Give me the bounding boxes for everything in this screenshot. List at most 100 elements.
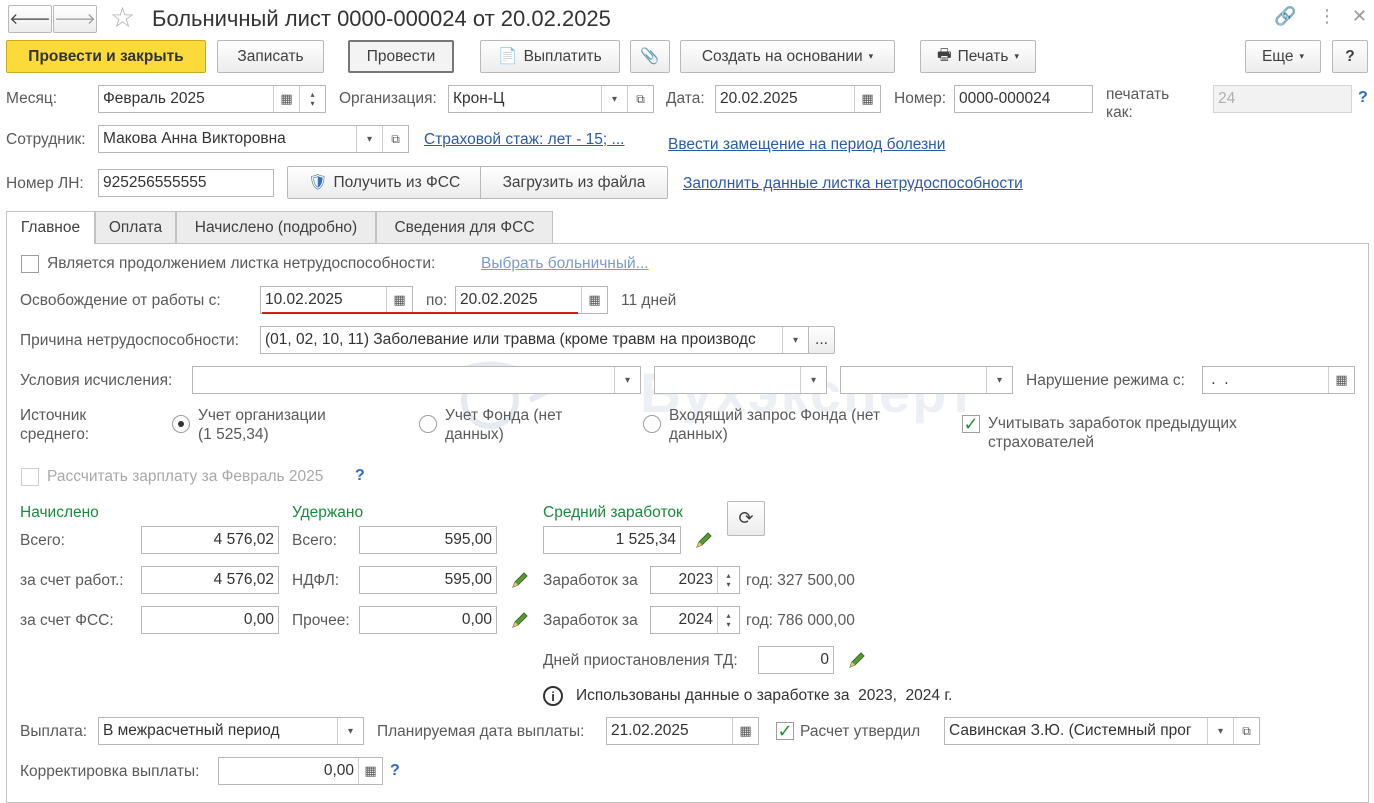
- print-as-label-2: как:: [1106, 104, 1133, 121]
- help-icon[interactable]: ?: [390, 762, 400, 780]
- dropdown-arrow-icon[interactable]: ▾: [601, 86, 627, 112]
- calc-condition-3-field[interactable]: ▾: [840, 366, 1013, 394]
- planned-date-field[interactable]: 21.02.2025 ▦: [606, 717, 759, 745]
- prev-insurers-checkbox[interactable]: ✓: [962, 415, 980, 433]
- calculator-icon[interactable]: ▦: [358, 758, 382, 784]
- help-button[interactable]: ?: [1332, 40, 1368, 73]
- suspension-days-value: 0: [820, 651, 829, 668]
- calc-condition-1-field[interactable]: ▾: [192, 366, 641, 394]
- reason-more-button[interactable]: ...: [808, 326, 835, 354]
- dropdown-arrow-icon[interactable]: ▾: [1207, 718, 1233, 744]
- spin-buttons[interactable]: ▴ ▾: [299, 86, 325, 112]
- open-icon[interactable]: ⧉: [382, 126, 408, 152]
- radio-fund-accounting[interactable]: [419, 415, 437, 433]
- ln-number-field[interactable]: 925256555555: [98, 169, 274, 197]
- attach-button[interactable]: 📎: [630, 40, 670, 73]
- refresh-button[interactable]: ⟳: [727, 501, 765, 536]
- continuation-checkbox[interactable]: [21, 255, 39, 273]
- help-icon[interactable]: ?: [355, 467, 365, 485]
- release-to-field[interactable]: 20.02.2025 ▦: [455, 286, 608, 314]
- average-value-field: 1 525,34: [543, 526, 681, 554]
- more-label: Еще: [1261, 47, 1294, 65]
- tab-main-label: Главное: [20, 219, 81, 236]
- dropdown-arrow-icon[interactable]: ▾: [800, 367, 826, 393]
- withheld-other-field: 0,00: [359, 606, 497, 634]
- dropdown-arrow-icon: ▾: [868, 51, 874, 61]
- dropdown-arrow-icon[interactable]: ▾: [614, 367, 640, 393]
- replacement-link[interactable]: Ввести замещение на период болезни: [668, 136, 945, 154]
- edit-pencil-icon[interactable]: [694, 530, 714, 550]
- suspension-days-label: Дней приостановления ТД:: [543, 652, 738, 669]
- edit-pencil-icon[interactable]: [510, 610, 530, 630]
- create-based-button[interactable]: Создать на основании ▾: [680, 40, 895, 73]
- calendar-icon[interactable]: ▦: [273, 86, 299, 112]
- red-underline: [262, 312, 578, 314]
- dropdown-arrow-icon[interactable]: ▾: [782, 327, 808, 353]
- edit-pencil-icon[interactable]: [510, 570, 530, 590]
- radio-fund-request[interactable]: [643, 415, 661, 433]
- payment-type-field[interactable]: В межрасчетный период ▾: [98, 717, 364, 745]
- accrued-employer-field: 4 576,02: [141, 566, 279, 594]
- suspension-days-field[interactable]: 0: [758, 646, 834, 674]
- withheld-other-value: 0,00: [461, 611, 492, 628]
- radio-fund-request-line2: данных): [669, 426, 728, 443]
- calendar-icon[interactable]: ▦: [581, 287, 607, 313]
- accrued-total-label: Всего:: [20, 532, 65, 549]
- approved-by-field[interactable]: Савинская З.Ю. (Системный прог ▾ ⧉: [944, 717, 1260, 745]
- earnings-year2-field[interactable]: 2024 ▴ ▾: [650, 606, 740, 634]
- release-from-field[interactable]: 10.02.2025 ▦: [260, 286, 413, 314]
- calendar-icon[interactable]: ▦: [854, 86, 880, 112]
- tab-fss-info[interactable]: Сведения для ФСС: [376, 211, 553, 243]
- forward-button[interactable]: 🡒: [53, 5, 97, 33]
- help-icon[interactable]: ?: [1358, 89, 1368, 107]
- payment-adjustment-field[interactable]: 0,00 ▦: [218, 757, 383, 785]
- dropdown-arrow-icon[interactable]: ▾: [356, 126, 382, 152]
- calc-condition-2-field[interactable]: ▾: [654, 366, 827, 394]
- link-icon[interactable]: 🔗: [1274, 6, 1296, 27]
- open-icon[interactable]: ⧉: [627, 86, 653, 112]
- planned-date-label: Планируемая дата выплаты:: [377, 723, 585, 740]
- dropdown-arrow-icon[interactable]: ▾: [337, 718, 363, 744]
- star-icon[interactable]: ☆: [110, 3, 135, 33]
- calendar-icon[interactable]: ▦: [386, 287, 412, 313]
- back-button[interactable]: 🡐: [8, 5, 52, 33]
- tab-main[interactable]: Главное: [6, 211, 95, 244]
- post-and-close-button[interactable]: Провести и закрыть: [6, 40, 206, 73]
- radio-org-accounting[interactable]: [172, 415, 190, 433]
- calendar-icon[interactable]: ▦: [1328, 367, 1354, 393]
- employee-field[interactable]: Макова Анна Викторовна ▾ ⧉: [98, 125, 409, 153]
- reason-more-label: ...: [815, 331, 828, 348]
- dropdown-arrow-icon[interactable]: ▾: [986, 367, 1012, 393]
- load-from-file-button[interactable]: Загрузить из файла: [480, 166, 668, 199]
- reason-field[interactable]: (01, 02, 10, 11) Заболевание или травма …: [260, 326, 809, 354]
- withheld-title: Удержано: [292, 504, 364, 521]
- tab-accrued-details[interactable]: Начислено (подробно): [176, 211, 376, 243]
- paperclip-icon: 📎: [640, 48, 660, 65]
- tab-payment[interactable]: Оплата: [95, 211, 176, 243]
- post-button[interactable]: Провести: [348, 40, 454, 73]
- more-vertical-icon[interactable]: ⋮: [1318, 6, 1336, 27]
- average-title: Средний заработок: [543, 504, 683, 521]
- calendar-icon[interactable]: ▦: [732, 718, 758, 744]
- spin-buttons[interactable]: ▴ ▾: [717, 607, 739, 633]
- pay-button[interactable]: 📄 Выплатить: [480, 40, 620, 73]
- print-button[interactable]: 🖶 Печать ▾: [920, 40, 1036, 73]
- save-button[interactable]: Записать: [217, 40, 324, 73]
- date-field[interactable]: 20.02.2025 ▦: [715, 85, 881, 113]
- choose-sick-leave-link[interactable]: Выбрать больничный...: [481, 255, 649, 273]
- earnings-year1-field[interactable]: 2023 ▴ ▾: [650, 566, 740, 594]
- month-field[interactable]: Февраль 2025 ▦ ▴ ▾: [98, 85, 326, 113]
- get-from-fss-button[interactable]: 🛡 Получить из ФСС: [287, 166, 481, 199]
- edit-pencil-icon[interactable]: [847, 650, 867, 670]
- number-field[interactable]: 0000-000024: [954, 85, 1093, 113]
- more-button[interactable]: Еще ▾: [1245, 40, 1321, 73]
- earnings-year2-value: 2024: [678, 611, 713, 628]
- open-icon[interactable]: ⧉: [1233, 718, 1259, 744]
- violation-date-field[interactable]: . . ▦: [1202, 366, 1355, 394]
- fill-sick-leave-link[interactable]: Заполнить данные листка нетрудоспособнос…: [683, 175, 1023, 193]
- insurance-record-link[interactable]: Страховой стаж: лет - 15; ...: [424, 131, 624, 149]
- organization-field[interactable]: Крон-Ц ▾ ⧉: [448, 85, 654, 113]
- close-icon[interactable]: ✕: [1352, 6, 1367, 27]
- approved-checkbox[interactable]: ✓: [776, 722, 794, 740]
- spin-buttons[interactable]: ▴ ▾: [717, 567, 739, 593]
